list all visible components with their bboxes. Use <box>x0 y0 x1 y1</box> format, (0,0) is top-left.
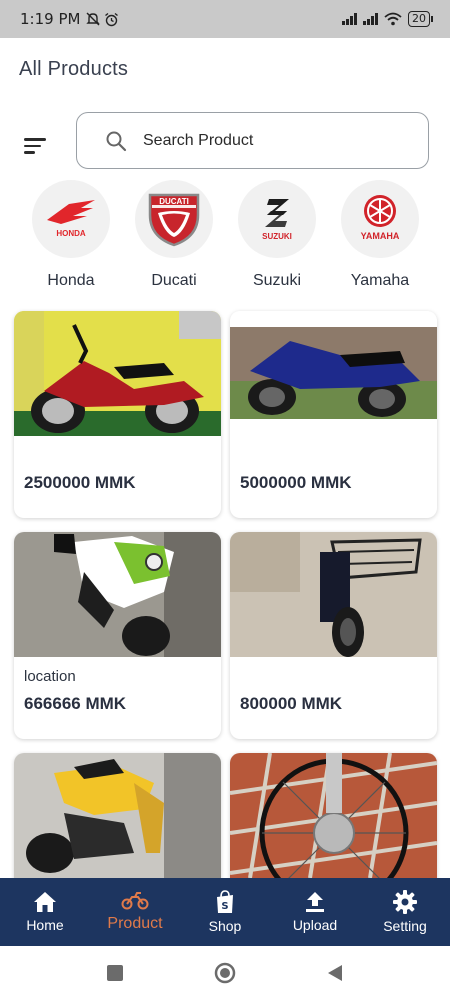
brand-label: Ducati <box>151 272 197 289</box>
battery-icon: 20 <box>408 11 433 27</box>
brand-ducati[interactable]: DUCATI Ducati <box>124 178 224 290</box>
svg-text:DUCATI: DUCATI <box>159 197 189 206</box>
svg-text:YAMAHA: YAMAHA <box>361 231 400 241</box>
svg-text:S: S <box>221 901 228 912</box>
back-button[interactable] <box>320 958 350 988</box>
clock: 1:19 PM <box>20 10 81 28</box>
filter-sort-icon[interactable] <box>24 136 48 156</box>
signal-icon <box>342 13 357 25</box>
svg-text:SUZUKI: SUZUKI <box>262 232 292 241</box>
product-location: location <box>24 668 76 685</box>
product-price: 666666 MMK <box>24 694 127 713</box>
nav-label: Shop <box>208 918 242 934</box>
home-button[interactable] <box>210 958 240 988</box>
brand-label: Suzuki <box>252 272 302 289</box>
home-icon <box>34 892 56 912</box>
product-image <box>14 311 221 436</box>
ducati-logo: DUCATI <box>135 180 213 258</box>
motorbike-icon <box>121 892 149 910</box>
page-title: All Products <box>19 58 129 80</box>
brand-label: Yamaha <box>350 272 410 289</box>
product-image <box>230 532 437 657</box>
circle-icon <box>214 962 236 984</box>
nav-label: Home <box>26 917 64 933</box>
product-image <box>14 532 221 657</box>
recents-button[interactable] <box>100 958 130 988</box>
product-price: 2500000 MMK <box>24 473 136 492</box>
brand-list: HONDA Honda DUCATI Ducati SUZUKI Suzuki <box>0 178 450 298</box>
back-triangle-icon <box>328 965 342 981</box>
nav-product[interactable]: Product <box>90 878 180 946</box>
search-icon <box>106 131 127 151</box>
nav-home[interactable]: Home <box>0 878 90 946</box>
nav-shop[interactable]: S Shop <box>180 878 270 946</box>
product-card[interactable]: 5000000 MMK <box>230 311 437 518</box>
nav-label: Upload <box>292 917 338 933</box>
product-image <box>230 753 437 878</box>
nav-upload[interactable]: Upload <box>270 878 360 946</box>
system-navigation <box>0 946 450 1000</box>
honda-logo: HONDA <box>32 180 110 258</box>
nav-setting[interactable]: Setting <box>360 878 450 946</box>
shopping-bag-icon: S <box>217 890 233 913</box>
brand-suzuki[interactable]: SUZUKI Suzuki <box>227 178 327 290</box>
product-card[interactable]: location 666666 MMK <box>14 532 221 739</box>
alarm-icon <box>105 12 119 26</box>
bottom-navigation: Home Product S Shop Upload Setting <box>0 878 450 946</box>
product-price: 800000 MMK <box>240 694 343 713</box>
nav-label: Product <box>107 915 163 932</box>
gear-icon <box>393 890 417 914</box>
product-price: 5000000 MMK <box>240 473 352 492</box>
upload-icon <box>306 892 324 912</box>
svg-text:HONDA: HONDA <box>56 229 86 238</box>
brand-label: Honda <box>47 272 95 289</box>
product-image <box>230 311 437 436</box>
search-input[interactable] <box>143 131 383 150</box>
square-icon <box>107 965 123 981</box>
yamaha-logo: YAMAHA <box>341 180 419 258</box>
product-card[interactable]: 2500000 MMK <box>14 311 221 518</box>
product-image <box>14 753 221 878</box>
mute-icon <box>86 12 101 26</box>
signal-icon-2 <box>363 13 378 25</box>
product-card[interactable]: 800000 MMK <box>230 532 437 739</box>
search-bar[interactable] <box>76 112 429 169</box>
brand-honda[interactable]: HONDA Honda <box>21 178 121 290</box>
wifi-icon <box>384 12 402 26</box>
nav-label: Setting <box>383 918 427 934</box>
status-bar: 1:19 PM 20 <box>0 0 450 38</box>
suzuki-logo: SUZUKI <box>238 180 316 258</box>
brand-yamaha[interactable]: YAMAHA Yamaha <box>330 178 430 290</box>
